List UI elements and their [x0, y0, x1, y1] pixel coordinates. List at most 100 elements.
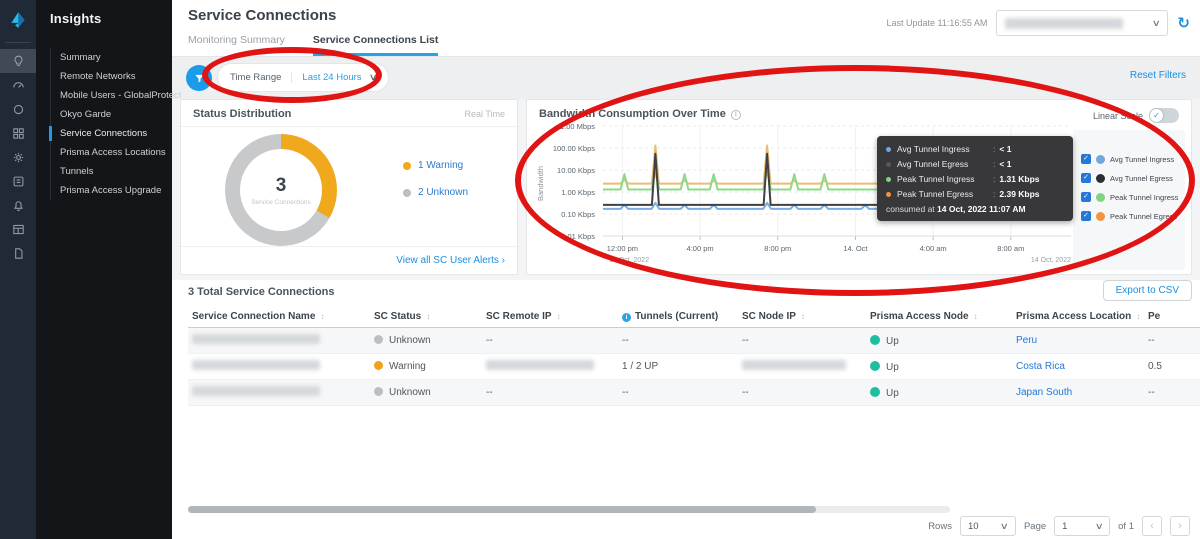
column-header-prisma-access-location[interactable]: Prisma Access Location↕ [1012, 307, 1144, 328]
checkbox-checked-icon[interactable]: ✓ [1081, 154, 1091, 164]
tooltip-row: Avg Tunnel Ingress:< 1 [886, 144, 1064, 154]
cell-prisma-access-location: Japan South [1012, 380, 1144, 406]
cell-sc-node-ip: -- [738, 380, 866, 406]
cell-prisma-access-node: Up [866, 354, 1012, 380]
svg-text:10.00 Kbps: 10.00 Kbps [557, 166, 595, 175]
location-link[interactable]: Peru [1016, 335, 1037, 346]
toggle-knob-check-icon: ✓ [1150, 109, 1163, 122]
location-link[interactable]: Costa Rica [1016, 361, 1065, 372]
file-icon[interactable] [0, 241, 36, 265]
cell-tunnels: -- [618, 328, 738, 354]
checkbox-checked-icon[interactable]: ✓ [1081, 192, 1091, 202]
tab-service-connections-list[interactable]: Service Connections List [313, 34, 438, 56]
real-time-badge: Real Time [464, 109, 505, 119]
sidebar-item-remote-networks[interactable]: Remote Networks [51, 67, 172, 86]
column-header-service-connection-name[interactable]: Service Connection Name↕ [188, 307, 370, 328]
column-header-prisma-access-node[interactable]: Prisma Access Node↕ [866, 307, 1012, 328]
cell-peak: 0.5 [1144, 354, 1200, 380]
panel-icon[interactable] [0, 169, 36, 193]
view-sc-user-alerts-link[interactable]: View all SC User Alerts › [396, 255, 505, 266]
lightbulb-icon[interactable] [0, 49, 36, 73]
tooltip-row: Peak Tunnel Ingress:1.31 Kbps [886, 174, 1064, 184]
legend-dot [1096, 174, 1105, 183]
column-header-sc-node-ip[interactable]: SC Node IP↕ [738, 307, 866, 328]
checkbox-checked-icon[interactable]: ✓ [1081, 173, 1091, 183]
column-header-sc-remote-ip[interactable]: SC Remote IP↕ [482, 307, 618, 328]
topbar: Service Connections Last Update 11:16:55… [172, 0, 1200, 57]
sort-icon[interactable]: ↕ [974, 312, 978, 321]
tooltip-row: Peak Tunnel Egress:2.39 Kbps [886, 189, 1064, 199]
legend-dot [1096, 212, 1105, 221]
previous-page-button[interactable]: ‹ [1142, 516, 1162, 536]
legend-label: 2 Unknown [418, 187, 468, 198]
export-to-csv-button[interactable]: Export to CSV [1103, 280, 1192, 301]
chevron-down-icon: ∨ [1000, 521, 1009, 532]
sidebar-title: Insights [36, 0, 172, 26]
legend-dot [403, 162, 411, 170]
status-legend-item[interactable]: 2 Unknown [403, 187, 468, 198]
tab-monitoring-summary[interactable]: Monitoring Summary [188, 34, 285, 56]
sort-icon[interactable]: ↕ [320, 312, 324, 321]
apps-icon[interactable] [0, 121, 36, 145]
column-header-pe[interactable]: Pe [1144, 307, 1200, 328]
column-header-tunnels-current-[interactable]: iTunnels (Current) [618, 307, 738, 328]
location-link[interactable]: Japan South [1016, 387, 1072, 398]
sidebar-item-prisma-access-upgrade[interactable]: Prisma Access Upgrade [51, 181, 172, 200]
rows-per-page-select[interactable]: 10∨ [960, 516, 1016, 536]
account-dropdown[interactable]: ∨ [996, 10, 1168, 36]
service-connections-table: Service Connection Name↕SC Status↕SC Rem… [188, 307, 1200, 406]
sidebar-item-mobile-users-globalprotect[interactable]: Mobile Users - GlobalProtect [51, 86, 172, 105]
speedometer-icon[interactable] [0, 73, 36, 97]
cell-sc-node-ip: -- [738, 328, 866, 354]
sort-icon[interactable]: ↕ [801, 312, 805, 321]
service-connections-table-section: 3 Total Service Connections Export to CS… [172, 280, 1200, 539]
bell-icon[interactable] [0, 193, 36, 217]
status-distribution-card: Status Distribution Real Time 3 Service … [180, 99, 518, 275]
rows-label: Rows [928, 521, 952, 532]
linear-scale-toggle[interactable]: ✓ [1149, 108, 1179, 123]
column-header-sc-status[interactable]: SC Status↕ [370, 307, 482, 328]
cell-sc-status: Unknown [370, 380, 482, 406]
circle-icon[interactable] [0, 97, 36, 121]
checkbox-checked-icon[interactable]: ✓ [1081, 211, 1091, 221]
gear-icon[interactable] [0, 145, 36, 169]
sidebar-item-tunnels[interactable]: Tunnels [51, 162, 172, 181]
tooltip-series-dot [886, 147, 891, 152]
refresh-icon[interactable]: ↻ [1177, 16, 1190, 31]
tooltip-row: Avg Tunnel Egress:< 1 [886, 159, 1064, 169]
filter-button[interactable] [186, 65, 212, 91]
sidebar-item-service-connections[interactable]: Service Connections [51, 124, 172, 143]
page-select[interactable]: 1∨ [1054, 516, 1110, 536]
legend-dot [403, 189, 411, 197]
sort-icon[interactable]: ↕ [1136, 312, 1140, 321]
redacted-text [192, 386, 320, 396]
prisma-access-logo[interactable] [0, 0, 36, 40]
columns-icon[interactable] [0, 217, 36, 241]
cell-prisma-access-location: Peru [1012, 328, 1144, 354]
rail-divider [5, 42, 31, 43]
redacted-text [742, 360, 846, 370]
next-page-button[interactable]: › [1170, 516, 1190, 536]
page-title: Service Connections [188, 7, 336, 24]
status-legend-item[interactable]: 1 Warning [403, 160, 468, 171]
time-range-filter[interactable]: Time Range Last 24 Hours ∨ [218, 64, 388, 91]
app-icon-rail [0, 0, 36, 539]
cell-prisma-access-node: Up [866, 328, 1012, 354]
svg-text:1.00 Mbps: 1.00 Mbps [560, 122, 595, 131]
main-content: Service Connections Last Update 11:16:55… [172, 0, 1200, 539]
donut-center: 3 Service Connections [240, 149, 322, 231]
cell-prisma-access-node: Up [866, 380, 1012, 406]
reset-filters-link[interactable]: Reset Filters [1130, 70, 1186, 81]
sidebar-item-okyo-garde[interactable]: Okyo Garde [51, 105, 172, 124]
sidebar-item-summary[interactable]: Summary [51, 48, 172, 67]
scrollbar-thumb[interactable] [188, 506, 816, 513]
sort-icon[interactable]: ↕ [557, 312, 561, 321]
sort-icon[interactable]: ↕ [426, 312, 430, 321]
card-footer: View all SC User Alerts › [181, 246, 517, 274]
cell-sc-status: Unknown [370, 328, 482, 354]
page-of-label: of 1 [1118, 521, 1134, 532]
sidebar-item-prisma-access-locations[interactable]: Prisma Access Locations [51, 143, 172, 162]
cell-peak: -- [1144, 328, 1200, 354]
svg-text:1.00 Kbps: 1.00 Kbps [561, 188, 595, 197]
tooltip-series-label: Peak Tunnel Egress [897, 189, 989, 199]
